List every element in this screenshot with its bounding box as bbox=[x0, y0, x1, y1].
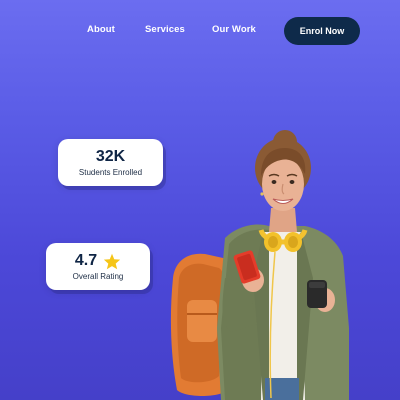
hero-section: About Services Our Work Enrol Now 32K St… bbox=[0, 0, 400, 400]
student-illustration bbox=[170, 130, 349, 400]
top-navigation: About Services Our Work Enrol Now bbox=[0, 0, 400, 62]
nav-link-about[interactable]: About bbox=[87, 24, 115, 35]
overall-rating-card: 4.7 Overall Rating bbox=[46, 243, 150, 290]
enrol-now-button[interactable]: Enrol Now bbox=[284, 17, 360, 45]
students-enrolled-card: 32K Students Enrolled bbox=[58, 139, 163, 186]
students-count: 32K bbox=[95, 148, 126, 165]
student-photo bbox=[165, 128, 365, 400]
star-icon bbox=[103, 253, 121, 270]
nav-link-services[interactable]: Services bbox=[145, 24, 185, 35]
nav-link-our-work[interactable]: Our Work bbox=[212, 24, 256, 35]
students-label: Students Enrolled bbox=[78, 168, 143, 177]
rating-value: 4.7 bbox=[74, 252, 98, 269]
rating-label: Overall Rating bbox=[72, 272, 124, 281]
rating-row: 4.7 bbox=[75, 252, 121, 270]
